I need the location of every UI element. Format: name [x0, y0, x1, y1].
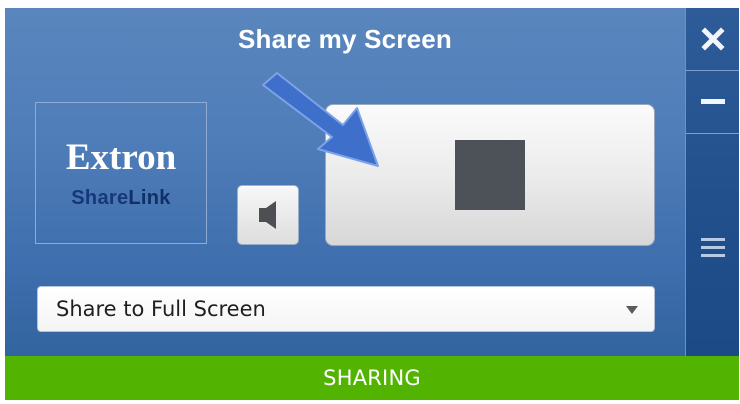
- main-panel: Share my Screen Extron ShareLink Share t…: [5, 8, 685, 356]
- screen-stage: Share my Screen Extron ShareLink Share t…: [0, 0, 740, 404]
- logo-sub-text: ShareLink: [71, 188, 170, 208]
- speaker-icon: [259, 201, 276, 229]
- extron-sharelink-logo: Extron ShareLink: [35, 102, 207, 244]
- share-mode-selected: Share to Full Screen: [56, 296, 266, 321]
- stop-icon: [455, 140, 525, 210]
- minimize-button[interactable]: [686, 71, 739, 134]
- sharing-status-text: SHARING: [323, 366, 421, 390]
- side-rail: [685, 8, 739, 356]
- menu-icon: [700, 238, 725, 257]
- share-mode-dropdown[interactable]: Share to Full Screen: [37, 286, 655, 332]
- close-button[interactable]: [686, 8, 739, 71]
- logo-sub-suffix: Link: [128, 186, 171, 209]
- menu-button[interactable]: [686, 213, 739, 283]
- share-screen-button[interactable]: [325, 104, 655, 246]
- minimize-icon: [700, 99, 725, 104]
- share-window: Share my Screen Extron ShareLink Share t…: [5, 8, 739, 400]
- close-icon: [700, 27, 725, 51]
- logo-main-text: Extron: [65, 136, 177, 178]
- logo-sub-prefix: Share: [71, 186, 129, 209]
- status-bar: SHARING: [5, 356, 739, 400]
- speaker-button[interactable]: [237, 185, 299, 245]
- window-title: Share my Screen: [237, 24, 452, 54]
- chevron-down-icon: [626, 306, 638, 314]
